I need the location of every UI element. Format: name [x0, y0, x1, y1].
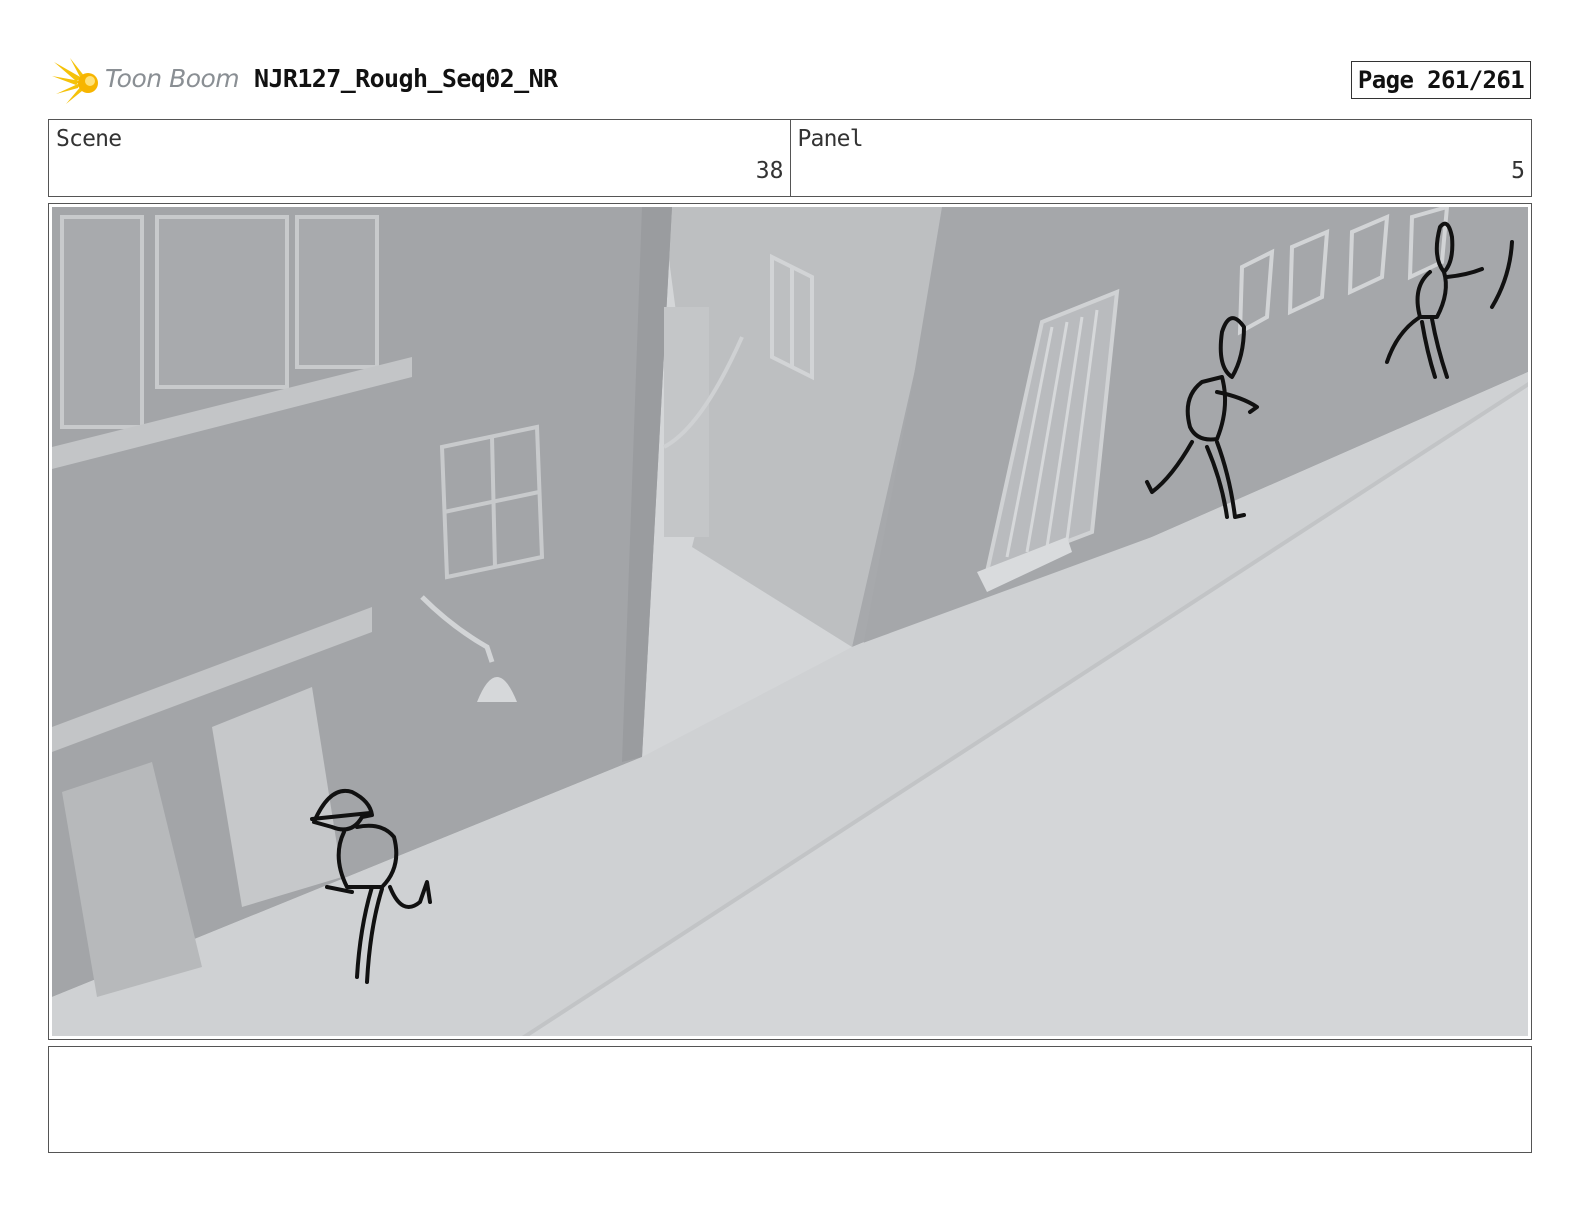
toon-boom-logo-icon: [52, 58, 98, 104]
scene-number: 38: [755, 158, 784, 184]
page-label: Page 261/261: [1357, 66, 1525, 94]
page-indicator: Page 261/261: [1351, 61, 1531, 99]
storyboard-image: [52, 207, 1528, 1036]
info-row: Scene 38 Panel 5: [48, 119, 1532, 197]
panel-cell: Panel 5: [789, 120, 1532, 196]
storyboard-panel-frame: [48, 203, 1532, 1040]
scene-cell: Scene 38: [49, 120, 790, 196]
panel-notes-box: [48, 1046, 1532, 1153]
project-title: NJR127_Rough_Seq02_NR: [254, 64, 558, 93]
panel-number: 5: [1511, 158, 1525, 184]
scene-label: Scene: [56, 126, 122, 152]
logo-text: Toon Boom: [105, 64, 240, 93]
panel-label: Panel: [797, 126, 864, 152]
